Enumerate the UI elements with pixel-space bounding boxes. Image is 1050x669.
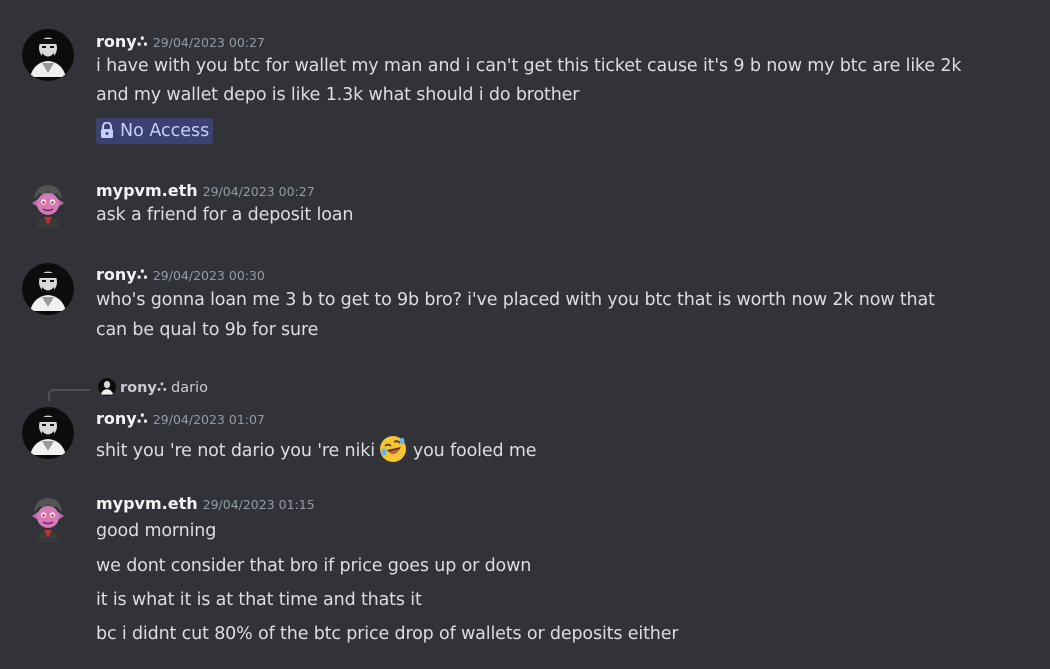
avatar[interactable]	[22, 29, 74, 81]
username[interactable]: rony∴	[96, 409, 148, 428]
rofl-emoji-icon[interactable]	[379, 435, 407, 463]
avatar[interactable]	[22, 263, 74, 315]
chip-label: No Access	[120, 121, 210, 141]
username[interactable]: mypvm.eth	[96, 494, 198, 513]
username[interactable]: rony∴	[96, 265, 148, 284]
message-text: and my wallet depo is like 1.3k what sho…	[96, 85, 580, 105]
message-text: i have with you btc for wallet my man an…	[96, 56, 962, 76]
message-text: shit you 're not dario you 're niki you …	[96, 435, 537, 463]
timestamp: 29/04/2023 01:07	[152, 412, 265, 427]
message-text: we dont consider that bro if price goes …	[96, 556, 532, 576]
channel-mention-chip[interactable]: No Access	[96, 118, 214, 146]
username[interactable]: mypvm.eth	[96, 181, 198, 200]
timestamp: 29/04/2023 00:27	[152, 35, 265, 50]
message-text-part: shit you 're not dario you 're niki	[96, 441, 375, 461]
message-text: who's gonna loan me 3 b to get to 9b bro…	[96, 290, 935, 310]
reply-avatar	[98, 378, 116, 396]
avatar[interactable]	[22, 492, 74, 544]
reply-preview-text: dario	[170, 380, 208, 396]
message-text: ask a friend for a deposit loan	[96, 205, 354, 225]
reply-username[interactable]: rony∴	[120, 380, 167, 396]
timestamp: 29/04/2023 01:15	[202, 497, 315, 512]
message-text: can be qual to 9b for sure	[96, 320, 319, 340]
message-text: bc i didnt cut 80% of the btc price drop…	[96, 624, 679, 644]
avatar[interactable]	[22, 179, 74, 231]
message-text: good morning	[96, 521, 217, 541]
timestamp: 29/04/2023 00:27	[202, 184, 315, 199]
lock-icon	[100, 120, 114, 146]
message-text: it is what it is at that time and thats …	[96, 590, 422, 610]
reply-reference[interactable]: rony∴ dario	[98, 377, 208, 397]
timestamp: 29/04/2023 00:30	[152, 268, 265, 283]
message-text-part: you fooled me	[412, 441, 537, 461]
chat-messages: rony∴ 29/04/2023 00:27 i have with you bt…	[0, 0, 1050, 669]
reply-spine	[48, 389, 90, 401]
avatar[interactable]	[22, 407, 74, 459]
username[interactable]: rony∴	[96, 32, 148, 51]
